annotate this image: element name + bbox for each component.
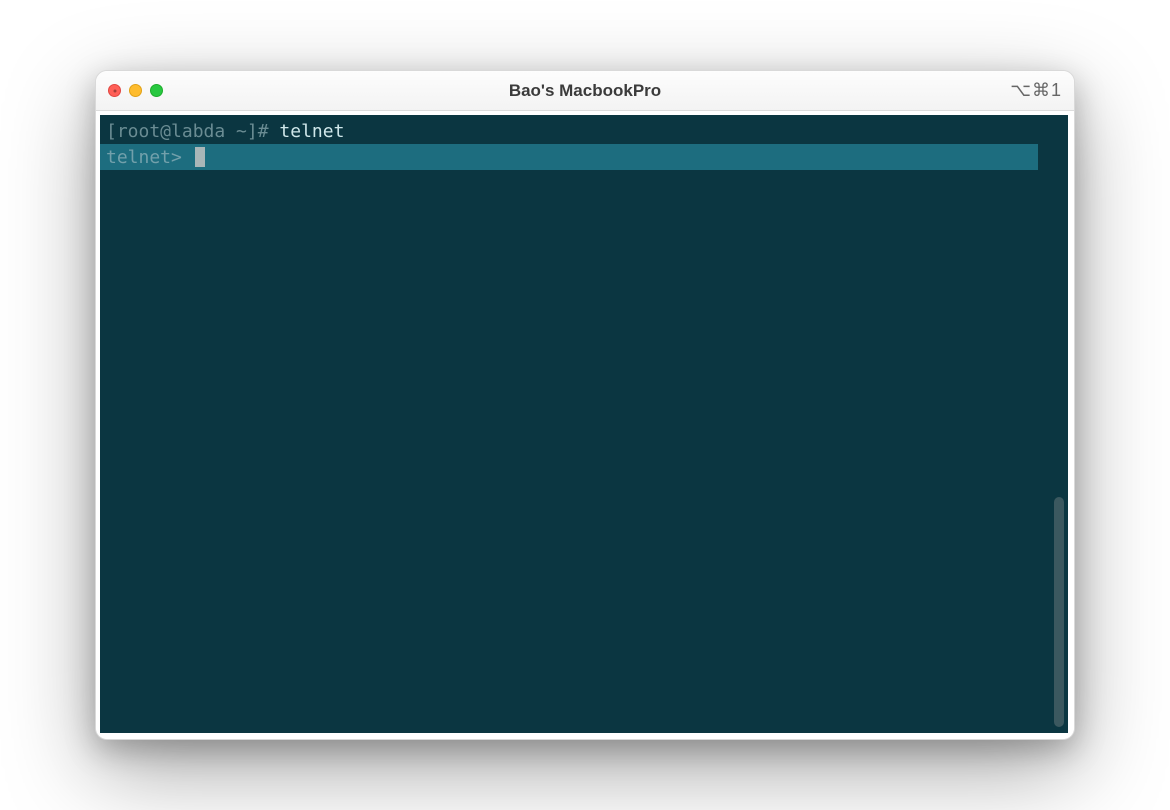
- terminal-body[interactable]: [root@labda ~]# telnet telnet>: [100, 115, 1068, 733]
- telnet-prompt: telnet>: [106, 145, 193, 170]
- terminal-frame: [root@labda ~]# telnet telnet>: [96, 111, 1074, 739]
- minimize-button[interactable]: [129, 84, 142, 97]
- window-title: Bao's MacbookPro: [96, 81, 1074, 101]
- terminal-line-2-highlight: telnet>: [100, 144, 1038, 170]
- cursor-block-icon: [195, 147, 205, 167]
- maximize-button[interactable]: [150, 84, 163, 97]
- titlebar[interactable]: Bao's MacbookPro ⌥⌘1: [96, 71, 1074, 111]
- terminal-line-1: [root@labda ~]# telnet: [100, 115, 1068, 144]
- terminal-window: Bao's MacbookPro ⌥⌘1 [root@labda ~]# tel…: [95, 70, 1075, 740]
- traffic-lights: [108, 84, 163, 97]
- shell-command: telnet: [279, 121, 344, 142]
- close-button[interactable]: [108, 84, 121, 97]
- shell-prompt: [root@labda ~]#: [106, 121, 279, 142]
- scrollbar-thumb[interactable]: [1054, 497, 1064, 727]
- window-shortcut: ⌥⌘1: [1010, 80, 1062, 101]
